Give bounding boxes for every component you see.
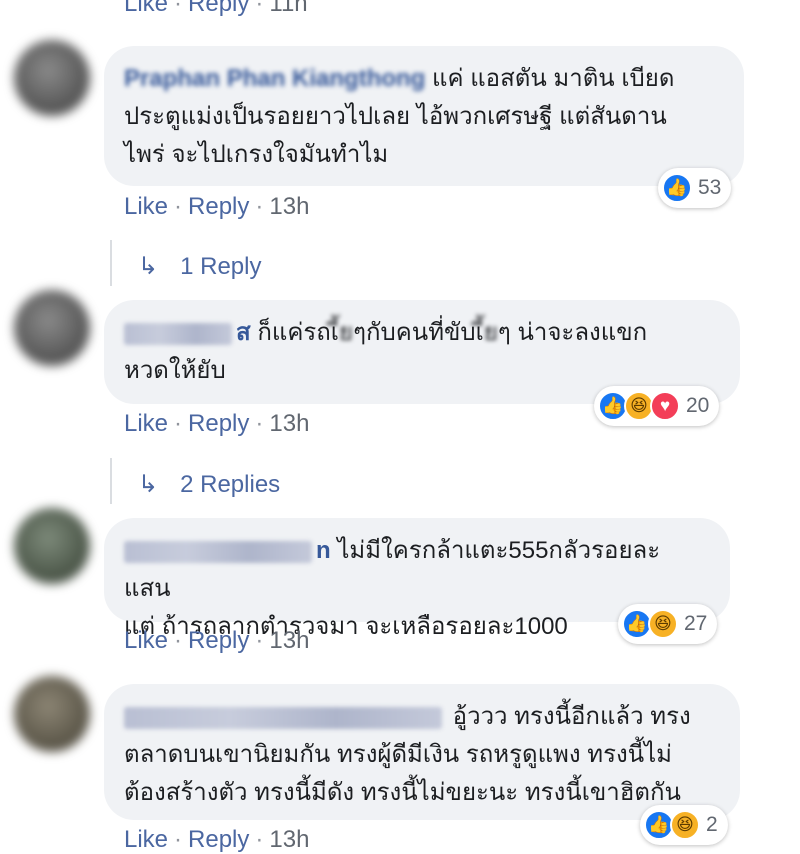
reply-link[interactable]: Reply [188,627,249,654]
commenter-name[interactable]: Praphan Phan Kiangthong [124,65,425,92]
avatar[interactable] [14,40,90,116]
separator-dot: · [174,410,183,437]
commenter-name-blurred[interactable] [124,540,312,563]
reaction-count: 2 [706,813,718,836]
replies-count-label: 1 Reply [180,252,262,280]
reply-link[interactable]: Reply [188,193,249,220]
reply-arrow-icon: ↳ [138,471,159,498]
separator-dot: · [255,627,264,654]
haha-reaction-icon: 😆 [670,810,700,840]
separator-dot: · [174,0,183,17]
comment-meta: Like · Reply · 13h [124,410,309,438]
reply-link[interactable]: Reply [188,410,249,437]
comment-text: ต้องสร้างตัว ทรงนี้มีดัง ทรงนี้ไม่ขยะนะ … [124,779,681,806]
reaction-summary[interactable]: 👍 😆 2 [640,805,728,845]
timestamp[interactable]: 13h [269,410,309,437]
separator-dot: · [255,410,264,437]
reaction-count: 53 [698,176,722,199]
comment-meta-top: Like · Reply · 11h [124,0,308,18]
replies-count-label: 2 Replies [180,470,281,498]
view-replies-link[interactable]: ↳ 2 Replies [138,470,280,499]
comment-text: ประตูแม่งเป็นรอยยาวไปเลย ไอ้พวกเศรษฐี แต… [124,103,667,130]
love-reaction-icon: ♥ [650,391,680,421]
avatar[interactable] [14,508,90,584]
comment-meta: Like · Reply · 13h [124,826,309,854]
commenter-name-blurred[interactable] [124,706,442,729]
like-reaction-icon: 👍 [662,173,692,203]
separator-dot: · [255,0,264,17]
like-link[interactable]: Like [124,627,168,654]
comment-text: ตลาดบนเขานิยมกัน ทรงผู้ดีมีเงิน รถหรูดูแ… [124,741,672,768]
avatar[interactable] [14,676,90,752]
commenter-name-blurred[interactable] [124,322,232,345]
comment-meta: Like · Reply · 13h [124,627,309,655]
timestamp[interactable]: 11h [269,0,307,17]
thread-line [110,240,112,286]
reaction-summary[interactable]: 👍 😆 27 [618,604,718,644]
timestamp[interactable]: 13h [269,193,309,220]
reaction-count: 27 [684,612,708,635]
commenter-name[interactable]: ส [236,319,251,346]
comment-text: ก็แค่รถเี้ยๆกับคนที่ขับเี้ยๆ น่าจะลงแขก [257,319,648,346]
view-replies-link[interactable]: ↳ 1 Reply [138,252,261,281]
separator-dot: · [174,627,183,654]
comment-meta: Like · Reply · 13h [124,193,309,221]
thread-line [110,458,112,504]
reaction-count: 20 [686,394,710,417]
comment-bubble: อู้ววว ทรงนี้อีกแล้ว ทรง ตลาดบนเขานิยมกั… [104,684,740,820]
comment-text: อู้ววว ทรงนี้อีกแล้ว ทรง [452,703,691,730]
comment-text: หวดให้ยับ [124,357,226,384]
commenter-name[interactable]: n [316,537,331,564]
reaction-summary[interactable]: 👍 53 [658,168,732,208]
comment-text: แค่ แอสตัน มาติน เบียด [432,65,675,92]
reaction-summary[interactable]: 👍 😆 ♥ 20 [594,386,720,426]
timestamp[interactable]: 13h [269,627,309,654]
comment-text: ไพร่ จะไปเกรงใจมันทำไม [124,141,389,168]
reply-arrow-icon: ↳ [138,253,159,280]
separator-dot: · [174,193,183,220]
like-link[interactable]: Like [124,193,168,220]
comment-bubble: Praphan Phan Kiangthong แค่ แอสตัน มาติน… [104,46,744,186]
avatar[interactable] [14,290,90,366]
like-link[interactable]: Like [124,0,168,17]
separator-dot: · [255,193,264,220]
like-link[interactable]: Like [124,410,168,437]
reply-link[interactable]: Reply [188,0,249,17]
haha-reaction-icon: 😆 [648,609,678,639]
